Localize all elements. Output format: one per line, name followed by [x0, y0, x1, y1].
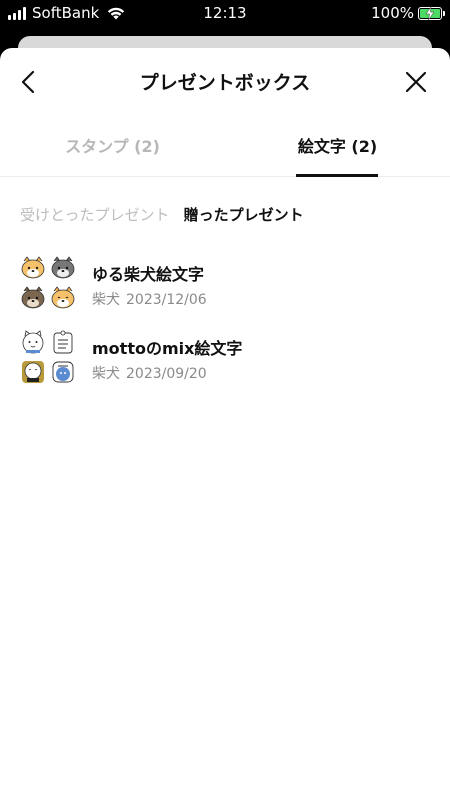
tab-stamps[interactable]: スタンプ (2) — [0, 114, 225, 176]
item-recipient: 柴犬 — [92, 366, 120, 382]
status-bar: SoftBank 12:13 100% — [0, 0, 450, 26]
battery-percent: 100% — [371, 4, 414, 22]
emoji-thumbnail-grid — [20, 255, 76, 311]
list-item[interactable]: ゆる柴犬絵文字 柴犬 2023/12/06 — [0, 251, 450, 325]
tab-emoji[interactable]: 絵文字 (2) — [225, 114, 450, 177]
shiba-dog-emoji-icon — [20, 255, 46, 281]
item-date: 2023/09/20 — [126, 366, 207, 382]
item-meta: 柴犬 2023/12/06 — [92, 289, 213, 309]
tab-emoji-label: 絵文字 (2) — [297, 137, 378, 156]
circle-emoji-icon — [20, 359, 46, 385]
battery-icon — [418, 6, 445, 20]
present-box-sheet: プレゼントボックス スタンプ (2) 絵文字 (2) 受けとったプレゼント 贈っ… — [0, 48, 450, 800]
nav-header: プレゼントボックス — [0, 48, 450, 114]
shiba-dog-emoji-icon — [50, 285, 76, 311]
item-title: ゆる柴犬絵文字 — [92, 265, 205, 284]
category-tabs: スタンプ (2) 絵文字 (2) — [0, 114, 450, 177]
present-subtabs: 受けとったプレゼント 贈ったプレゼント — [0, 177, 450, 251]
item-text: mottoのmix絵文字 柴犬 2023/09/20 — [92, 335, 242, 383]
cat-emoji-icon — [20, 329, 46, 355]
item-date: 2023/12/06 — [126, 292, 207, 308]
status-right: 100% — [371, 4, 445, 22]
item-recipient: 柴犬 — [92, 292, 120, 308]
close-button[interactable] — [402, 68, 430, 96]
emoji-thumbnail-grid — [20, 329, 76, 385]
badge-emoji-icon — [50, 359, 76, 385]
item-meta: 柴犬 2023/09/20 — [92, 363, 242, 383]
screen: SoftBank 12:13 100% プレゼントボックス スタンプ (2) 絵… — [0, 0, 450, 800]
page-title: プレゼントボックス — [139, 72, 311, 94]
subtab-received[interactable]: 受けとったプレゼント — [20, 204, 170, 225]
list-item[interactable]: mottoのmix絵文字 柴犬 2023/09/20 — [0, 325, 450, 399]
item-title: mottoのmix絵文字 — [92, 339, 243, 358]
subtab-sent[interactable]: 贈ったプレゼント — [184, 204, 304, 225]
gray-dog-emoji-icon — [50, 255, 76, 281]
close-icon — [406, 72, 426, 92]
sign-emoji-icon — [50, 329, 76, 355]
brown-dog-emoji-icon — [20, 285, 46, 311]
item-text: ゆる柴犬絵文字 柴犬 2023/12/06 — [92, 261, 213, 309]
